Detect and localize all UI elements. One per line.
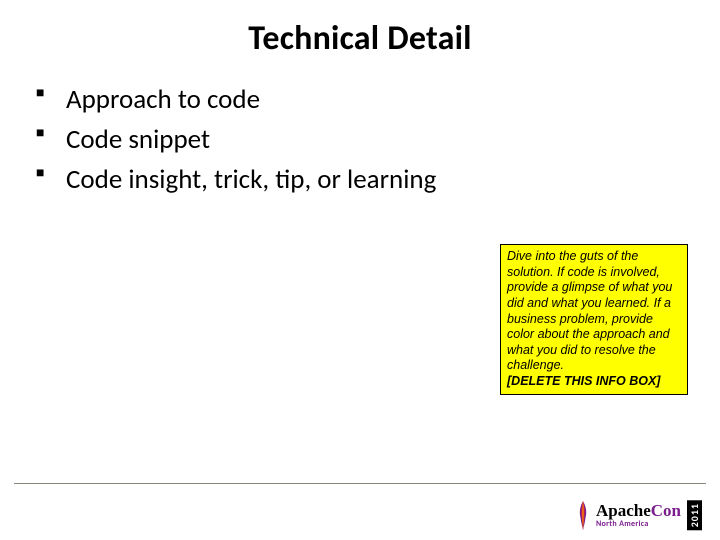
slide-title: Technical Detail (0, 18, 720, 59)
logo-brand-suffix: Con (651, 501, 681, 520)
info-box: Dive into the guts of the solution. If c… (500, 244, 688, 395)
year-badge: 2011 (687, 500, 702, 530)
footer-divider (14, 483, 706, 484)
slide: Technical Detail Approach to code Code s… (0, 0, 720, 540)
logo-text: ApacheCon North America (596, 501, 681, 529)
bullet-item: Code insight, trick, tip, or learning (36, 161, 720, 199)
logo-brand-prefix: Apache (596, 501, 651, 520)
bullet-item: Approach to code (36, 81, 720, 119)
bullet-list: Approach to code Code snippet Code insig… (0, 81, 720, 198)
logo-brand: ApacheCon (596, 501, 681, 521)
bullet-item: Code snippet (36, 121, 720, 159)
info-box-body: Dive into the guts of the solution. If c… (507, 249, 681, 374)
footer-logo: ApacheCon North America 2011 (576, 500, 702, 530)
logo-subtitle: North America (596, 519, 649, 529)
feather-icon (576, 500, 590, 530)
info-box-delete-note: [DELETE THIS INFO BOX] (507, 374, 681, 390)
